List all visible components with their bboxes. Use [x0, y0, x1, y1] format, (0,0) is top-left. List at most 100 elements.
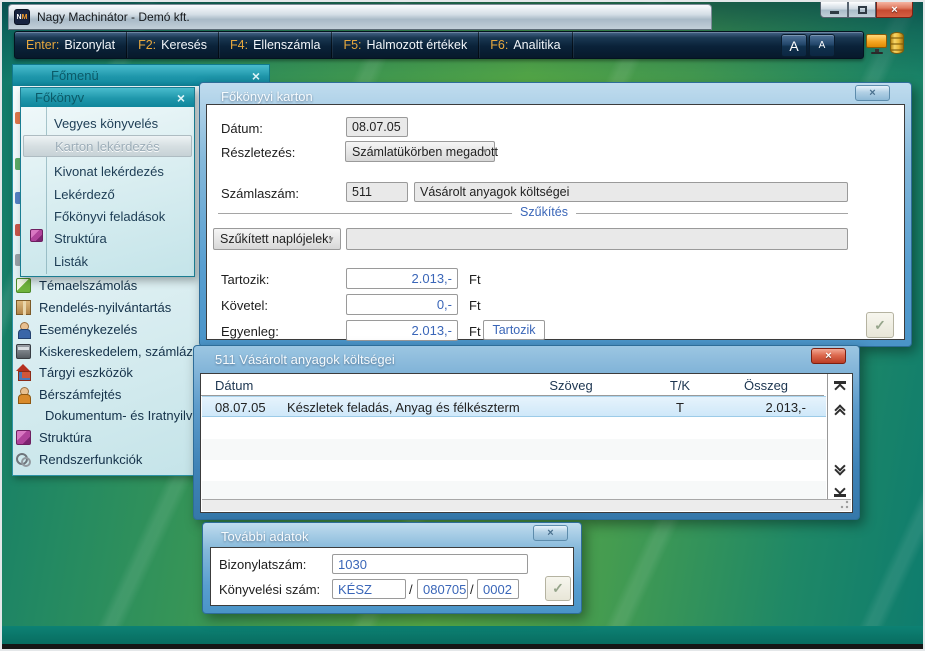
- package-icon: [16, 300, 31, 315]
- main-window-title: Nagy Machinátor - Demó kft.: [37, 10, 190, 24]
- scroll-pagedown-button[interactable]: [830, 457, 850, 479]
- main-titlebar: NM Nagy Machinátor - Demó kft.: [8, 4, 712, 30]
- list-close-button[interactable]: ×: [811, 348, 846, 364]
- szukites-caption: Szűkítés: [512, 205, 576, 219]
- menu-item-bizonylat[interactable]: Enter:Bizonylat: [15, 32, 127, 58]
- karton-ok-button[interactable]: ✓: [866, 312, 894, 338]
- menu-item-kereses[interactable]: F2:Keresés: [127, 32, 219, 58]
- minimize-button[interactable]: [820, 1, 848, 18]
- szamlanev-field[interactable]: Vásárolt anyagok költségei: [414, 182, 848, 202]
- egyenleg-label: Egyenleg:: [221, 324, 279, 339]
- kovetel-unit: Ft: [469, 298, 481, 313]
- konyvelesi-field-3[interactable]: 0002: [477, 579, 519, 599]
- col-header-szoveg[interactable]: Szöveg: [511, 378, 631, 393]
- font-large-button[interactable]: A: [781, 34, 807, 57]
- szamlaszam-label: Számlaszám:: [221, 186, 299, 201]
- list-window-title: 511 Vásárolt anyagok költségei: [215, 352, 395, 367]
- house-icon: [16, 365, 31, 380]
- bizonylatszam-field[interactable]: 1030: [332, 554, 528, 574]
- payroll-person-icon: [16, 387, 31, 402]
- close-icon: ×: [891, 4, 897, 16]
- scroll-first-button[interactable]: [830, 376, 850, 398]
- fokonyv-close-icon[interactable]: ×: [177, 91, 185, 105]
- submenu-item-karton-lekerdezes[interactable]: Karton lekérdezés: [23, 135, 192, 157]
- close-icon: ×: [547, 527, 553, 539]
- empty-row: [202, 418, 826, 439]
- menubar: Enter:Bizonylat F2:Keresés F4:Ellenszáml…: [14, 31, 864, 59]
- konyvelesi-field-2[interactable]: 080705: [417, 579, 468, 599]
- scroll-pageup-button[interactable]: [830, 401, 850, 423]
- submenu-item-struktura[interactable]: Struktúra: [54, 228, 190, 249]
- close-icon: ×: [825, 350, 831, 362]
- chevron-down-icon: ▼: [481, 147, 489, 156]
- egyenleg-field: 2.013,-: [346, 320, 458, 341]
- naplojelek-field[interactable]: [346, 228, 848, 250]
- cube-icon: [16, 430, 31, 445]
- database-icon[interactable]: [890, 32, 904, 54]
- karton-body: Dátum: 08.07.05 Részletezés: Számlatükör…: [206, 104, 905, 340]
- tartozik-field: 2.013,-: [346, 268, 458, 289]
- resize-grip[interactable]: [840, 500, 849, 509]
- col-header-osszeg[interactable]: Összeg: [716, 378, 816, 393]
- maximize-icon: [858, 6, 867, 14]
- maximize-button[interactable]: [848, 1, 876, 18]
- menu-item-halmozott[interactable]: F5:Halmozott értékek: [332, 32, 479, 58]
- submenu-item-vegyes-konyveles[interactable]: Vegyes könyvelés: [54, 113, 190, 134]
- bizonylatszam-label: Bizonylatszám:: [219, 557, 306, 572]
- karton-window: Főkönyvi karton × Dátum: 08.07.05 Részle…: [199, 82, 912, 347]
- datum-field[interactable]: 08.07.05: [346, 117, 408, 137]
- menu-item-ellenszamla[interactable]: F4:Ellenszámla: [219, 32, 332, 58]
- tovabbi-body: Bizonylatszám: 1030 Könyvelési szám: KÉS…: [210, 547, 574, 606]
- menu-item-analitika[interactable]: F6:Analitika: [479, 32, 572, 58]
- tovabbi-ok-button[interactable]: ✓: [545, 576, 571, 601]
- gutter-divider: [46, 107, 47, 274]
- minimize-icon: [830, 11, 839, 14]
- sidebar-item-kiskereskedelem[interactable]: Kiskereskedelem, számlázá: [14, 341, 193, 362]
- app-icon: NM: [14, 9, 30, 25]
- desktop-dark-band: [2, 644, 923, 651]
- egyenleg-direction-badge: Tartozik: [483, 320, 545, 340]
- submenu-item-lekerdezo[interactable]: Lekérdező: [54, 184, 190, 205]
- konyvelesi-label: Könyvelési szám:: [219, 582, 320, 597]
- tovabbi-window-title: További adatok: [221, 529, 308, 544]
- kovetel-field: 0,-: [346, 294, 458, 315]
- egyenleg-unit: Ft: [469, 324, 481, 339]
- desktop-teal-band: [2, 626, 923, 644]
- table-row[interactable]: 08.07.05 Készletek feladás, Anyag és fél…: [202, 396, 826, 417]
- submenu-item-listak[interactable]: Listák: [54, 251, 190, 272]
- check-icon: ✓: [874, 317, 886, 334]
- szukites-divider: Szűkítés: [218, 213, 848, 214]
- tartozik-label: Tartozik:: [221, 272, 269, 287]
- submenu-item-fokonyvi-feladasok[interactable]: Főkönyvi feladások: [54, 206, 190, 227]
- col-header-datum[interactable]: Dátum: [215, 378, 253, 393]
- gears-icon: [16, 452, 31, 467]
- kovetel-label: Követel:: [221, 298, 268, 313]
- separator: /: [470, 582, 474, 597]
- karton-list-window: 511 Vásárolt anyagok költségei × Dátum S…: [193, 345, 860, 520]
- naplojelek-dropdown[interactable]: Szűkített naplójelek:▼: [213, 228, 341, 250]
- fokonyv-panel: Főkönyv × Vegyes könyvelés Karton lekérd…: [20, 87, 195, 277]
- szamlaszam-field[interactable]: 511: [346, 182, 408, 202]
- tovabbi-close-button[interactable]: ×: [533, 525, 568, 541]
- konyvelesi-field-1[interactable]: KÉSZ: [332, 579, 406, 599]
- close-button[interactable]: ×: [876, 1, 913, 18]
- karton-close-button[interactable]: ×: [855, 85, 890, 101]
- theme-icon: [16, 278, 31, 293]
- cash-register-icon: [16, 344, 31, 359]
- submenu-item-kivonat-lekerdezes[interactable]: Kivonat lekérdezés: [54, 161, 190, 182]
- col-header-tk[interactable]: T/K: [650, 378, 710, 393]
- list-body: Dátum Szöveg T/K Összeg 08.07.05 Készlet…: [200, 373, 853, 513]
- font-small-button[interactable]: A: [809, 34, 835, 57]
- reszletezes-dropdown[interactable]: Számlatükörben megadott▼: [345, 141, 495, 162]
- monitor-icon[interactable]: [866, 34, 887, 48]
- fomenu-close-icon[interactable]: ×: [252, 69, 260, 83]
- karton-window-title: Főkönyvi karton: [221, 89, 313, 104]
- close-icon: ×: [869, 87, 875, 99]
- fomenu-title: Főmenü: [13, 68, 99, 83]
- empty-row: [202, 439, 826, 460]
- sidebar-item-dokumentum[interactable]: Dokumentum- és Iratnyilv: [14, 405, 193, 426]
- statusbar: [202, 499, 851, 511]
- tartozik-unit: Ft: [469, 272, 481, 287]
- cube-icon: [30, 229, 43, 242]
- scroll-column: [827, 374, 854, 500]
